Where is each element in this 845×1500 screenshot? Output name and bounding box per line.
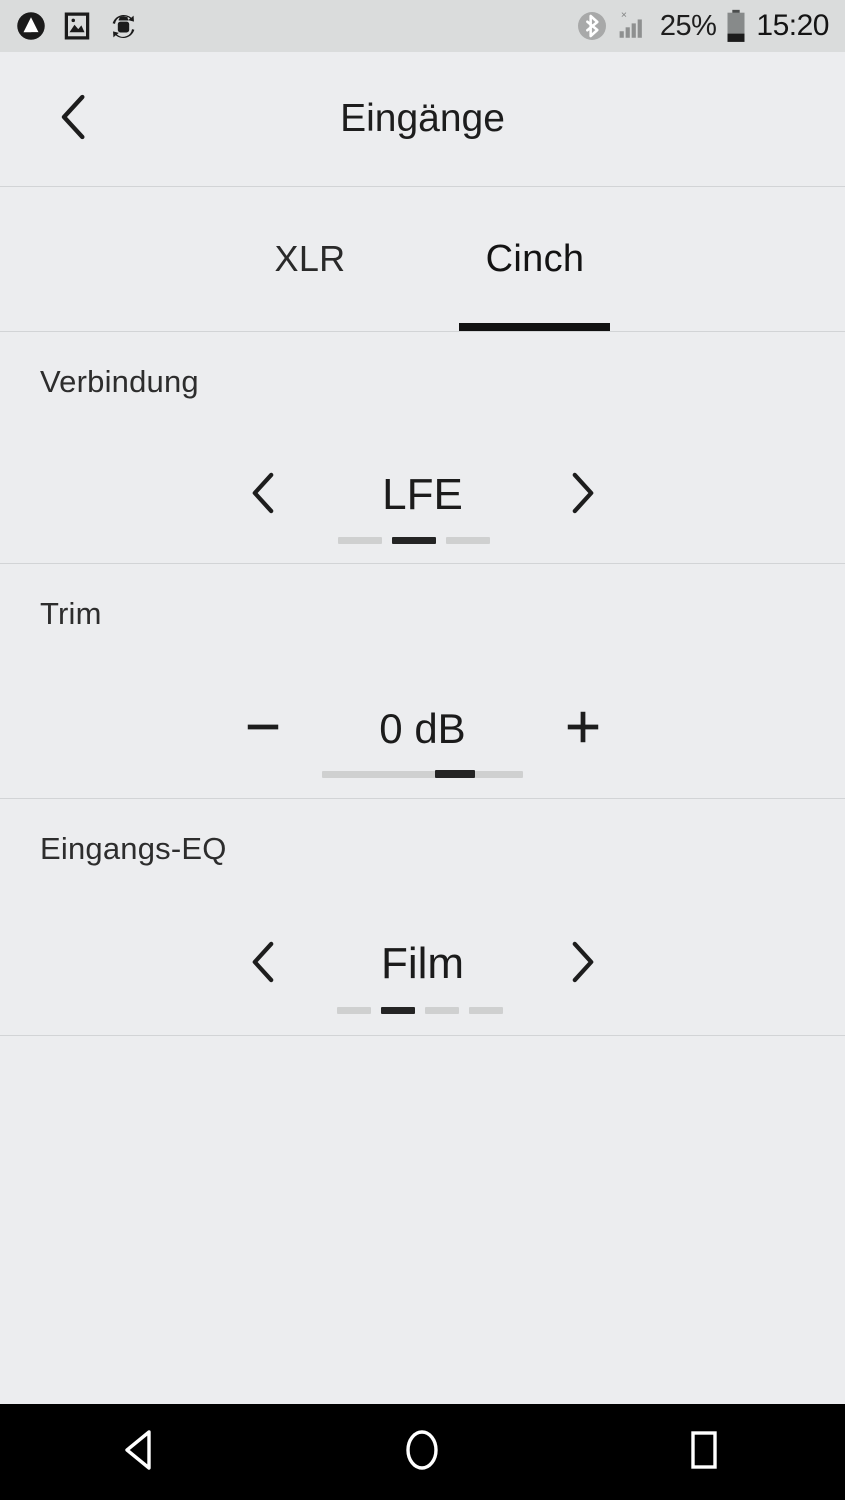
phone-screen: × 25% 15:20 Eingänge XLR Cinch Verbindun… bbox=[0, 0, 845, 1500]
status-bar-clock: 15:20 bbox=[756, 9, 829, 42]
trim-increment-button[interactable] bbox=[538, 684, 628, 774]
eingangs-eq-stepper: Film bbox=[0, 919, 845, 1009]
segment-1 bbox=[381, 1007, 415, 1014]
verbindung-stepper: LFE bbox=[0, 450, 845, 540]
eingangs-eq-prev-button[interactable] bbox=[218, 919, 308, 1009]
section-eingangs-eq-label: Eingangs-EQ bbox=[40, 831, 227, 866]
eingangs-eq-next-button[interactable] bbox=[538, 919, 628, 1009]
tab-xlr-label: XLR bbox=[274, 238, 346, 279]
nav-recents-square-icon bbox=[680, 1426, 728, 1479]
android-sync-icon bbox=[108, 11, 139, 42]
chevron-right-icon bbox=[564, 470, 602, 521]
signal-bars-no-sim-icon: × bbox=[617, 9, 651, 43]
nav-recents-button[interactable] bbox=[634, 1404, 774, 1500]
battery-percent-label: 25% bbox=[659, 9, 717, 42]
status-bar-right-icons: × 25% 15:20 bbox=[576, 9, 829, 43]
chevron-right-icon bbox=[564, 939, 602, 990]
segment-2 bbox=[425, 1007, 459, 1014]
trim-value: 0 dB bbox=[379, 705, 466, 752]
section-verbindung: Verbindung LFE bbox=[0, 332, 845, 563]
photo-icon bbox=[62, 11, 92, 41]
status-bar-left-icons bbox=[16, 11, 139, 42]
trim-decrement-button[interactable] bbox=[218, 684, 308, 774]
segment-0 bbox=[338, 537, 382, 544]
verbindung-position-indicator bbox=[338, 537, 490, 544]
svg-text:×: × bbox=[621, 10, 627, 21]
verbindung-next-button[interactable] bbox=[538, 450, 628, 540]
minus-icon bbox=[241, 705, 285, 754]
tab-cinch-label: Cinch bbox=[485, 237, 585, 280]
section-trim-label: Trim bbox=[40, 596, 102, 631]
droplet-circle-icon bbox=[16, 11, 46, 41]
plus-icon bbox=[561, 705, 605, 754]
tab-bar: XLR Cinch bbox=[0, 187, 845, 331]
section-trim: Trim 0 dB bbox=[0, 564, 845, 798]
eingangs-eq-value: Film bbox=[380, 939, 465, 988]
page-title: Eingänge bbox=[340, 97, 505, 140]
verbindung-prev-button[interactable] bbox=[218, 450, 308, 540]
status-bar: × 25% 15:20 bbox=[0, 0, 845, 52]
nav-back-button[interactable] bbox=[71, 1404, 211, 1500]
segment-0 bbox=[337, 1007, 371, 1014]
section-verbindung-label: Verbindung bbox=[40, 364, 199, 399]
back-button[interactable] bbox=[44, 89, 104, 149]
tab-cinch[interactable]: Cinch bbox=[400, 187, 670, 331]
active-tab-indicator bbox=[459, 323, 610, 331]
nav-back-triangle-icon bbox=[117, 1426, 165, 1479]
verbindung-value: LFE bbox=[382, 470, 463, 519]
trim-slider-thumb[interactable] bbox=[435, 770, 475, 778]
battery-low-icon bbox=[725, 9, 747, 43]
section-eingangs-eq: Eingangs-EQ Film bbox=[0, 799, 845, 1035]
empty-content-area bbox=[0, 1036, 845, 1404]
chevron-left-icon bbox=[244, 939, 282, 990]
trim-slider-track[interactable] bbox=[322, 770, 523, 778]
chevron-left-icon bbox=[52, 92, 96, 147]
android-navigation-bar bbox=[0, 1404, 845, 1500]
segment-2 bbox=[446, 537, 490, 544]
segment-3 bbox=[469, 1007, 503, 1014]
eingangs-eq-position-indicator bbox=[337, 1007, 503, 1014]
nav-home-circle-icon bbox=[398, 1426, 446, 1479]
bluetooth-icon bbox=[576, 10, 608, 42]
chevron-left-icon bbox=[244, 470, 282, 521]
app-header: Eingänge bbox=[0, 52, 845, 186]
segment-1 bbox=[392, 537, 436, 544]
nav-home-button[interactable] bbox=[352, 1404, 492, 1500]
trim-stepper: 0 dB bbox=[0, 684, 845, 774]
